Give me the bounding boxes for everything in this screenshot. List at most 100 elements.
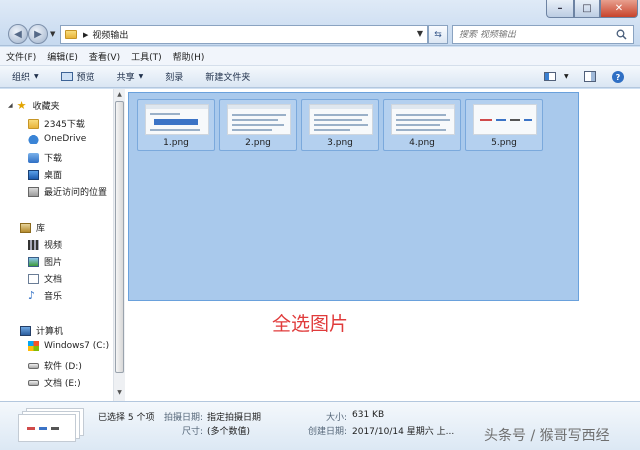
search-box[interactable]	[452, 25, 634, 44]
date-taken-label: 拍摄日期:	[164, 413, 204, 423]
file-item[interactable]: 1.png	[137, 99, 215, 151]
nav-scrollbar[interactable]: ▲ ▼	[113, 89, 125, 401]
image-thumbnail	[145, 104, 209, 135]
file-item[interactable]: 3.png	[301, 99, 379, 151]
nav-item-desktop[interactable]: 桌面	[28, 168, 62, 181]
file-name: 5.png	[491, 138, 517, 148]
address-bar[interactable]: ▶ 视频输出 ▼	[60, 25, 428, 44]
menu-edit[interactable]: 编辑(E)	[47, 50, 78, 63]
burn-label: 刻录	[165, 73, 184, 83]
view-icon	[544, 72, 556, 81]
help-icon[interactable]: ?	[612, 71, 624, 83]
file-list[interactable]: 1.png 2.png 3.png 4.png 5.png	[125, 89, 640, 401]
video-icon	[28, 239, 39, 250]
nav-drive-d[interactable]: 软件 (D:)	[28, 359, 82, 372]
collapse-arrow-icon[interactable]: ◢	[8, 102, 13, 109]
new-folder-button[interactable]: 新建文件夹	[205, 70, 250, 83]
nav-item-label: 图片	[44, 258, 63, 268]
nav-favorites[interactable]: ◢ ★ 收藏夹	[8, 98, 60, 113]
menu-help[interactable]: 帮助(H)	[173, 50, 205, 63]
dimensions-value: (多个数值)	[207, 427, 251, 437]
nav-item-music[interactable]: ♪ 音乐	[28, 289, 63, 303]
document-icon	[28, 273, 39, 284]
folder-icon	[65, 30, 77, 39]
minimize-button[interactable]: –	[546, 0, 574, 18]
picture-icon	[28, 256, 39, 267]
back-button[interactable]: ◀	[8, 24, 28, 44]
nav-drive-c[interactable]: Windows7 (C:)	[28, 341, 109, 351]
search-icon[interactable]	[616, 29, 627, 40]
file-name: 1.png	[163, 138, 189, 148]
file-item[interactable]: 2.png	[219, 99, 297, 151]
drive-icon	[28, 362, 39, 369]
computer-icon	[20, 325, 31, 336]
change-view-button[interactable]: ▼	[544, 72, 569, 81]
nav-item-pictures[interactable]: 图片	[28, 255, 62, 268]
folder-icon	[28, 118, 39, 129]
nav-libraries[interactable]: 库	[20, 221, 45, 234]
selection-count: 已选择 5 个项	[98, 413, 155, 423]
history-dropdown-icon[interactable]: ▼	[50, 30, 55, 38]
file-name: 4.png	[409, 138, 435, 148]
maximize-button[interactable]: □	[574, 0, 600, 18]
nav-item-label: 文档 (E:)	[44, 379, 81, 389]
breadcrumb-current-folder[interactable]: 视频输出	[92, 28, 128, 41]
image-thumbnail	[473, 104, 537, 135]
download-icon	[28, 152, 39, 163]
nav-libraries-label: 库	[36, 224, 46, 234]
drive-icon	[28, 379, 39, 386]
preview-button[interactable]: 预览	[60, 70, 95, 83]
nav-item-label: 文档	[44, 275, 63, 285]
nav-item-label: 音乐	[44, 292, 63, 302]
nav-item-label: OneDrive	[44, 134, 87, 144]
file-item[interactable]: 5.png	[465, 99, 543, 151]
nav-item-documents[interactable]: 文档	[28, 272, 62, 285]
close-button[interactable]: ✕	[600, 0, 638, 18]
nav-item-label: 最近访问的位置	[44, 188, 108, 198]
nav-item-recent[interactable]: 最近访问的位置	[28, 185, 107, 198]
selection-rectangle: 1.png 2.png 3.png 4.png 5.png	[128, 92, 579, 301]
nav-item-videos[interactable]: 视频	[28, 238, 62, 251]
forward-button[interactable]: ▶	[28, 24, 48, 44]
refresh-button[interactable]: ⇆	[428, 25, 448, 44]
burn-button[interactable]: 刻录	[165, 70, 183, 83]
menu-tools[interactable]: 工具(T)	[131, 50, 162, 63]
nav-item-label: 下载	[44, 154, 63, 164]
nav-item-onedrive[interactable]: OneDrive	[28, 134, 86, 144]
desktop-icon	[28, 169, 39, 180]
file-item[interactable]: 4.png	[383, 99, 461, 151]
share-button[interactable]: 共享 ▼	[117, 70, 144, 83]
preview-label: 预览	[76, 73, 95, 83]
chevron-down-icon: ▼	[34, 73, 39, 80]
library-icon	[20, 222, 31, 233]
organize-label: 组织	[12, 73, 31, 83]
scroll-thumb[interactable]	[115, 101, 124, 373]
recent-places-icon	[28, 186, 39, 197]
preview-pane-icon[interactable]	[584, 71, 596, 82]
scroll-down-icon[interactable]: ▼	[114, 387, 125, 399]
scroll-up-icon[interactable]: ▲	[114, 89, 125, 101]
stacked-thumbnail-icon	[18, 408, 84, 442]
organize-button[interactable]: 组织 ▼	[12, 70, 39, 83]
nav-drive-e[interactable]: 文档 (E:)	[28, 376, 81, 389]
chevron-down-icon: ▼	[564, 73, 569, 80]
nav-computer-label: 计算机	[36, 327, 64, 337]
menu-bar: 文件(F) 编辑(E) 查看(V) 工具(T) 帮助(H)	[0, 47, 640, 66]
breadcrumb-arrow-icon[interactable]: ▶	[83, 31, 88, 39]
star-icon: ★	[16, 98, 27, 112]
search-input[interactable]	[459, 29, 609, 40]
created-date-value: 2017/10/14 星期六 上...	[352, 427, 455, 437]
new-folder-label: 新建文件夹	[205, 73, 251, 83]
image-thumbnail	[391, 104, 455, 135]
created-date-label: 创建日期:	[308, 427, 348, 437]
chevron-down-icon: ▼	[138, 73, 144, 80]
address-dropdown-icon[interactable]: ▼	[417, 29, 423, 38]
date-taken-value[interactable]: 指定拍摄日期	[207, 410, 261, 423]
nav-computer[interactable]: 计算机	[20, 324, 63, 337]
nav-favorites-label: 收藏夹	[32, 102, 60, 112]
cloud-icon	[28, 134, 39, 144]
nav-item-2345download[interactable]: 2345下载	[28, 117, 85, 130]
menu-view[interactable]: 查看(V)	[89, 50, 120, 63]
nav-item-downloads[interactable]: 下载	[28, 151, 62, 164]
menu-file[interactable]: 文件(F)	[6, 50, 36, 63]
